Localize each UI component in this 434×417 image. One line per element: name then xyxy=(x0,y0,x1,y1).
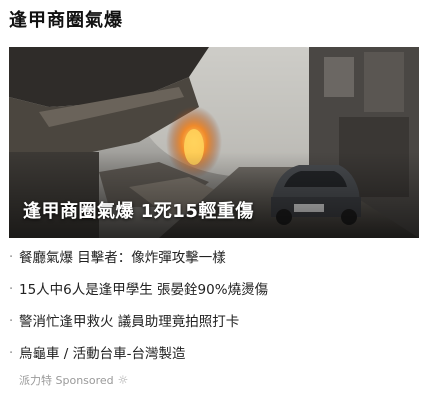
headline-text[interactable]: 餐廳氣爆 目擊者：像炸彈攻擊一樣 xyxy=(19,250,226,266)
headline-item[interactable]: · 15人中6人是逢甲學生 張晏銓90%燒燙傷 xyxy=(9,279,425,311)
sponsored-headline-item[interactable]: · 烏龜車 / 活動台車-台灣製造 xyxy=(9,343,425,375)
bullet-icon: · xyxy=(9,282,14,297)
section-title: 逢甲商圈氣爆 xyxy=(9,10,123,31)
bullet-icon: · xyxy=(9,314,14,329)
sun-icon: ☼ xyxy=(117,373,129,387)
headline-text[interactable]: 警消忙逢甲救火 議員助理竟拍照打卡 xyxy=(19,314,239,330)
hero-caption[interactable]: 逢甲商圈氣爆 1死15輕重傷 xyxy=(23,199,254,225)
headline-item[interactable]: · 餐廳氣爆 目擊者：像炸彈攻擊一樣 xyxy=(9,247,425,279)
sponsored-label[interactable]: 派力特 Sponsored ☼ xyxy=(19,372,128,389)
bullet-icon: · xyxy=(9,250,14,265)
hero-news-card[interactable]: 逢甲商圈氣爆 1死15輕重傷 xyxy=(9,47,419,238)
sponsored-text: 派力特 Sponsored xyxy=(19,374,114,387)
headline-text[interactable]: 烏龜車 / 活動台車-台灣製造 xyxy=(19,346,186,362)
headline-list: · 餐廳氣爆 目擊者：像炸彈攻擊一樣 · 15人中6人是逢甲學生 張晏銓90%燒… xyxy=(9,247,425,375)
bullet-icon: · xyxy=(9,346,14,361)
headline-item[interactable]: · 警消忙逢甲救火 議員助理竟拍照打卡 xyxy=(9,311,425,343)
headline-text[interactable]: 15人中6人是逢甲學生 張晏銓90%燒燙傷 xyxy=(19,282,268,298)
